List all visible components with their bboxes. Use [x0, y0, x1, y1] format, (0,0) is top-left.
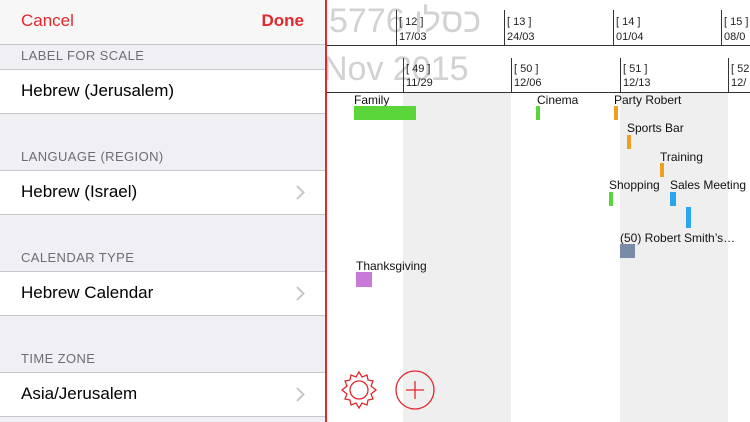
- timeline-view[interactable]: 5776 כסלו Nov 2015 [ 12 ] 17/03 [ 13 ] 2…: [327, 0, 750, 422]
- chevron-right-icon: [296, 286, 305, 301]
- scale-top-date-label: 24/03: [507, 31, 535, 43]
- event-bar-thanksgiving[interactable]: [356, 272, 372, 287]
- chevron-right-icon: [296, 387, 305, 402]
- scale-bottom-date-label: 12/13: [623, 77, 651, 89]
- scale-top-axis: [327, 45, 750, 46]
- scale-bottom-date-label: 12/06: [514, 77, 542, 89]
- event-bar-family[interactable]: [354, 106, 416, 120]
- event-label-sales-meeting[interactable]: Sales Meeting: [670, 178, 746, 192]
- calendar-type-cell[interactable]: Hebrew Calendar: [0, 271, 325, 316]
- scale-tick: [403, 58, 404, 92]
- scale-tick: [721, 10, 722, 45]
- scale-bottom-week-label: [ 52: [731, 63, 750, 75]
- section-header-language-region: LANGUAGE (REGION): [21, 149, 164, 164]
- scale-tick: [620, 58, 621, 92]
- event-label-thanksgiving[interactable]: Thanksgiving: [356, 259, 427, 273]
- event-bar-training[interactable]: [660, 163, 664, 177]
- event-bar-sports-bar[interactable]: [627, 135, 631, 149]
- event-label-training[interactable]: Training: [660, 150, 703, 164]
- month-watermark: Nov 2015: [327, 50, 469, 88]
- event-label-cinema[interactable]: Cinema: [537, 93, 578, 107]
- event-label-party-robert[interactable]: Party Robert: [614, 93, 681, 107]
- event-bar-sales-meeting[interactable]: [670, 192, 676, 206]
- cancel-button[interactable]: Cancel: [21, 11, 74, 31]
- scale-top-date-label: 08/0: [724, 31, 746, 43]
- chevron-right-icon: [296, 185, 305, 200]
- time-zone-value: Asia/Jerusalem: [21, 384, 138, 403]
- event-bar-sales-meeting-2[interactable]: [686, 207, 691, 228]
- scale-top-date-label: 17/03: [399, 31, 427, 43]
- label-for-scale-value: Hebrew (Jerusalem): [21, 81, 175, 100]
- event-bar-shopping[interactable]: [609, 192, 613, 206]
- done-button[interactable]: Done: [262, 11, 305, 31]
- section-header-label-for-scale: LABEL FOR SCALE: [21, 48, 145, 63]
- language-region-value: Hebrew (Israel): [21, 182, 138, 201]
- event-bar-robert-smith[interactable]: [620, 244, 635, 258]
- event-label-family[interactable]: Family: [354, 93, 389, 107]
- calendar-type-value: Hebrew Calendar: [21, 283, 154, 302]
- scale-top-week-label: [ 14 ]: [616, 16, 641, 28]
- nav-bar: Cancel Done: [0, 0, 325, 45]
- scale-tick: [613, 10, 614, 45]
- scale-bottom-week-label: [ 50 ]: [514, 63, 539, 75]
- event-bar-cinema[interactable]: [536, 106, 540, 120]
- scale-tick: [396, 10, 397, 45]
- scale-top-date-label: 01/04: [616, 31, 644, 43]
- settings-panel: Cancel Done LABEL FOR SCALE Hebrew (Jeru…: [0, 0, 325, 422]
- scale-tick: [511, 58, 512, 92]
- section-header-calendar-type: CALENDAR TYPE: [21, 250, 135, 265]
- language-region-cell[interactable]: Hebrew (Israel): [0, 170, 325, 215]
- week-shade: [620, 92, 728, 422]
- scale-top-week-label: [ 13 ]: [507, 16, 532, 28]
- scale-tick: [728, 58, 729, 92]
- scale-top-week-label: [ 12 ]: [399, 16, 424, 28]
- event-label-robert-smith[interactable]: (50) Robert Smith’s…: [620, 231, 735, 245]
- scale-top-week-label: [ 15 ]: [724, 16, 749, 28]
- section-header-time-zone: TIME ZONE: [21, 351, 96, 366]
- scale-bottom-date-label: 12/: [731, 77, 747, 89]
- time-zone-cell[interactable]: Asia/Jerusalem: [0, 372, 325, 417]
- scale-tick: [504, 10, 505, 45]
- plus-circle-icon[interactable]: [394, 369, 436, 411]
- label-for-scale-cell[interactable]: Hebrew (Jerusalem): [0, 69, 325, 114]
- scale-bottom-date-label: 11/29: [406, 77, 433, 89]
- event-bar-party-robert[interactable]: [614, 106, 618, 120]
- scale-bottom-week-label: [ 51 ]: [623, 63, 648, 75]
- event-label-shopping[interactable]: Shopping: [609, 178, 660, 192]
- scale-bottom-week-label: [ 49 ]: [406, 63, 431, 75]
- gear-icon[interactable]: [338, 369, 380, 411]
- event-label-sports-bar[interactable]: Sports Bar: [627, 121, 684, 135]
